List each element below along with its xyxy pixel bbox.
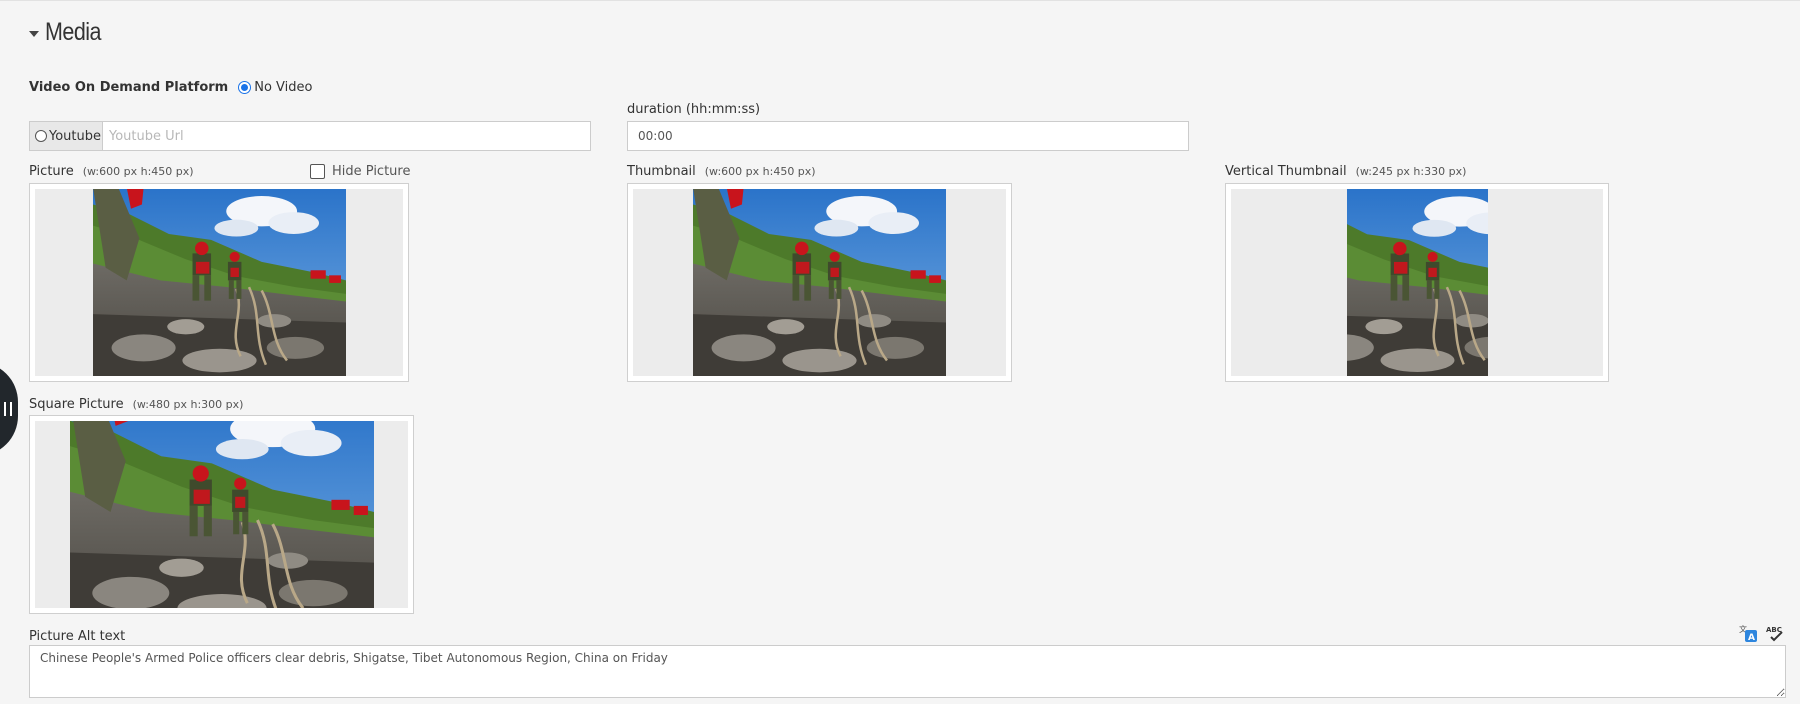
youtube-label: Youtube: [49, 128, 101, 144]
duration-input[interactable]: [627, 121, 1189, 151]
svg-text:A: A: [1748, 633, 1755, 643]
vod-platform-row: Video On Demand Platform No Video: [29, 80, 312, 95]
square-picture-label-group: Square Picture (w:480 px h:300 px): [29, 397, 243, 412]
picture-dims: (w:600 px h:450 px): [82, 165, 194, 178]
picture-label-group: Picture (w:600 px h:450 px): [29, 164, 194, 179]
thumbnail-box[interactable]: [627, 183, 1012, 382]
hide-picture-option[interactable]: Hide Picture: [310, 164, 410, 179]
picture-image: [93, 189, 346, 376]
alt-text-textarea[interactable]: Chinese People's Armed Police officers c…: [29, 645, 1786, 698]
square-picture-label: Square Picture: [29, 397, 124, 412]
spellcheck-icon[interactable]: ABC: [1765, 623, 1785, 643]
media-section-header[interactable]: Media: [29, 18, 110, 47]
thumbnail-dims: (w:600 px h:450 px): [704, 165, 816, 178]
hide-picture-label: Hide Picture: [332, 164, 411, 179]
vod-platform-label: Video On Demand Platform: [29, 80, 229, 95]
sidebar-toggle-icon: [4, 402, 12, 416]
youtube-url-input[interactable]: [103, 122, 590, 150]
youtube-input-group: Youtube: [29, 121, 591, 151]
section-title: Media: [45, 18, 101, 46]
thumbnail-label: Thumbnail: [627, 164, 696, 179]
vertical-thumbnail-label-group: Vertical Thumbnail (w:245 px h:330 px): [1225, 164, 1466, 179]
alt-text-tools: 文 A ABC: [1738, 623, 1785, 643]
picture-label: Picture: [29, 164, 74, 179]
alt-text-label: Picture Alt text: [29, 629, 126, 644]
translate-icon[interactable]: 文 A: [1738, 623, 1758, 643]
youtube-radio[interactable]: [35, 130, 47, 142]
thumbnail-label-group: Thumbnail (w:600 px h:450 px): [627, 164, 816, 179]
caret-down-icon: [29, 30, 39, 37]
hide-picture-checkbox[interactable]: [310, 164, 325, 179]
sidebar-toggle[interactable]: [0, 362, 18, 456]
no-video-label: No Video: [254, 80, 313, 95]
no-video-radio-option[interactable]: No Video: [238, 80, 312, 95]
picture-box[interactable]: [29, 183, 409, 382]
no-video-radio[interactable]: [238, 81, 252, 94]
vertical-thumbnail-dims: (w:245 px h:330 px): [1355, 165, 1467, 178]
vertical-thumbnail-box[interactable]: [1225, 183, 1609, 382]
svg-text:ABC: ABC: [1766, 626, 1782, 634]
square-picture-box[interactable]: [29, 415, 414, 614]
vertical-thumbnail-label: Vertical Thumbnail: [1225, 164, 1347, 179]
square-picture-image: [70, 421, 374, 608]
youtube-radio-option[interactable]: Youtube: [30, 122, 103, 150]
thumbnail-image: [693, 189, 946, 376]
square-picture-dims: (w:480 px h:300 px): [132, 398, 244, 411]
top-divider: [0, 0, 1800, 1]
duration-label: duration (hh:mm:ss): [627, 102, 761, 117]
vertical-thumbnail-image: [1347, 189, 1488, 376]
